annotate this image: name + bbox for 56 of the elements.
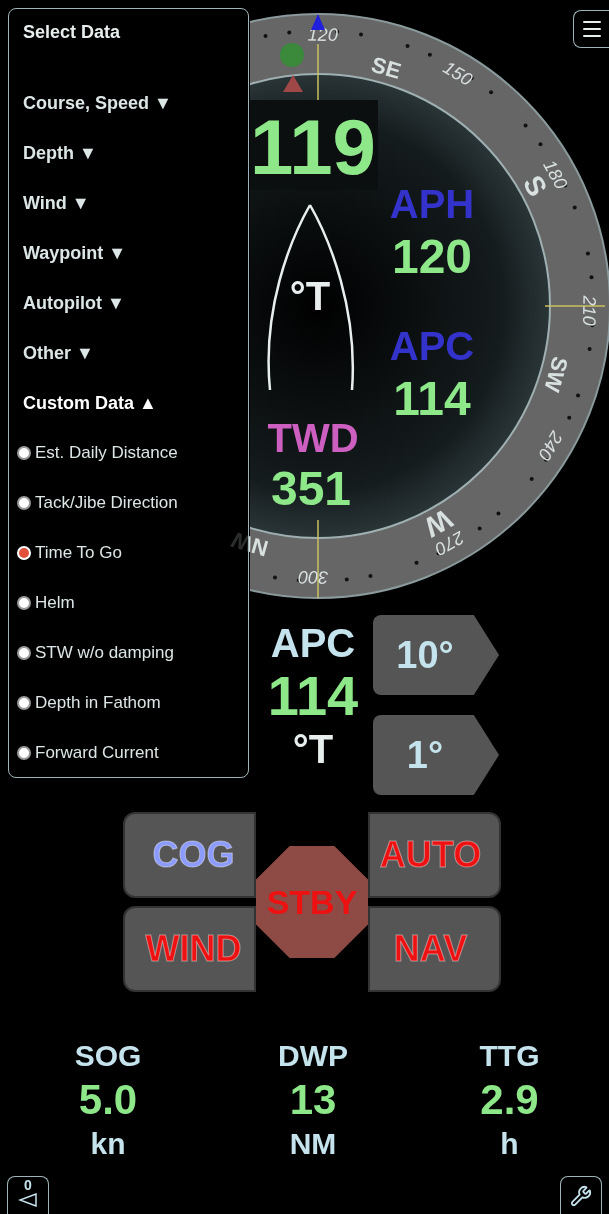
heading-marker-icon — [283, 75, 303, 92]
compass-cardinal-label: SE — [368, 51, 404, 84]
heading-unit: °T — [289, 274, 331, 318]
compass-degree-label: 210 — [578, 295, 600, 326]
stat-value: 13 — [289, 1076, 337, 1124]
section-header[interactable]: Wind ▼ — [23, 178, 248, 228]
stat-unit: kn — [90, 1126, 126, 1162]
speaker-button[interactable]: 0 — [7, 1176, 49, 1214]
wrench-icon — [570, 1184, 592, 1207]
stat-unit: NM — [289, 1126, 337, 1162]
radio-button[interactable] — [17, 496, 31, 510]
radio-button[interactable] — [17, 746, 31, 760]
data-option[interactable]: Helm — [17, 578, 75, 628]
radio-button[interactable] — [17, 596, 31, 610]
stat-unit: h — [500, 1126, 519, 1162]
section-header[interactable]: Other ▼ — [23, 328, 248, 378]
target-marker-icon — [280, 43, 304, 67]
readout-value: 351 — [270, 462, 352, 515]
readout-label: APH — [389, 182, 475, 226]
section-header[interactable]: Course, Speed ▼ — [23, 78, 248, 128]
autopilot-value: 114 — [267, 666, 359, 726]
panel-title: Select Data — [23, 21, 122, 44]
readout-value: 114 — [393, 372, 471, 425]
data-option[interactable]: Time To Go — [17, 528, 122, 578]
section-header[interactable]: Autopilot ▼ — [23, 278, 248, 328]
data-option[interactable]: Forward Current — [17, 728, 159, 778]
readout-label: APC — [389, 324, 475, 368]
section-header[interactable]: Waypoint ▼ — [23, 228, 248, 278]
compass-degree-label: 150 — [439, 57, 476, 90]
readout-value: 120 — [391, 230, 473, 283]
heading-value: 119 — [250, 103, 376, 191]
stat-label: DWP — [278, 1038, 348, 1074]
radio-button[interactable] — [17, 446, 31, 460]
autopilot-label: APC — [270, 620, 356, 666]
data-option[interactable]: STW w/o damping — [17, 628, 174, 678]
stat-value: 5.0 — [78, 1076, 138, 1124]
waypoint-marker-icon — [311, 14, 325, 30]
step-button[interactable]: 10° — [373, 615, 499, 695]
data-option[interactable]: Depth in Fathom — [17, 678, 161, 728]
compass-cardinal-label: SW — [539, 353, 573, 395]
radio-button[interactable] — [17, 696, 31, 710]
stat-label: TTG — [479, 1038, 540, 1074]
stat-label: SOG — [74, 1038, 142, 1074]
radio-button[interactable] — [17, 646, 31, 660]
section-header[interactable]: Custom Data ▲ — [23, 378, 248, 428]
stat-value: 2.9 — [480, 1076, 539, 1124]
step-button[interactable]: 1° — [373, 715, 499, 795]
settings-button[interactable] — [560, 1176, 602, 1214]
menu-button[interactable] — [573, 10, 609, 48]
compass-degree-label: 300 — [298, 566, 329, 588]
readout-label: TWD — [267, 416, 359, 460]
triangle-icon — [18, 1193, 38, 1207]
data-option[interactable]: Tack/Jibe Direction — [17, 478, 178, 528]
autopilot-unit: °T — [292, 726, 334, 772]
section-header[interactable]: Depth ▼ — [23, 128, 248, 178]
data-option[interactable]: Est. Daily Distance — [17, 428, 178, 478]
